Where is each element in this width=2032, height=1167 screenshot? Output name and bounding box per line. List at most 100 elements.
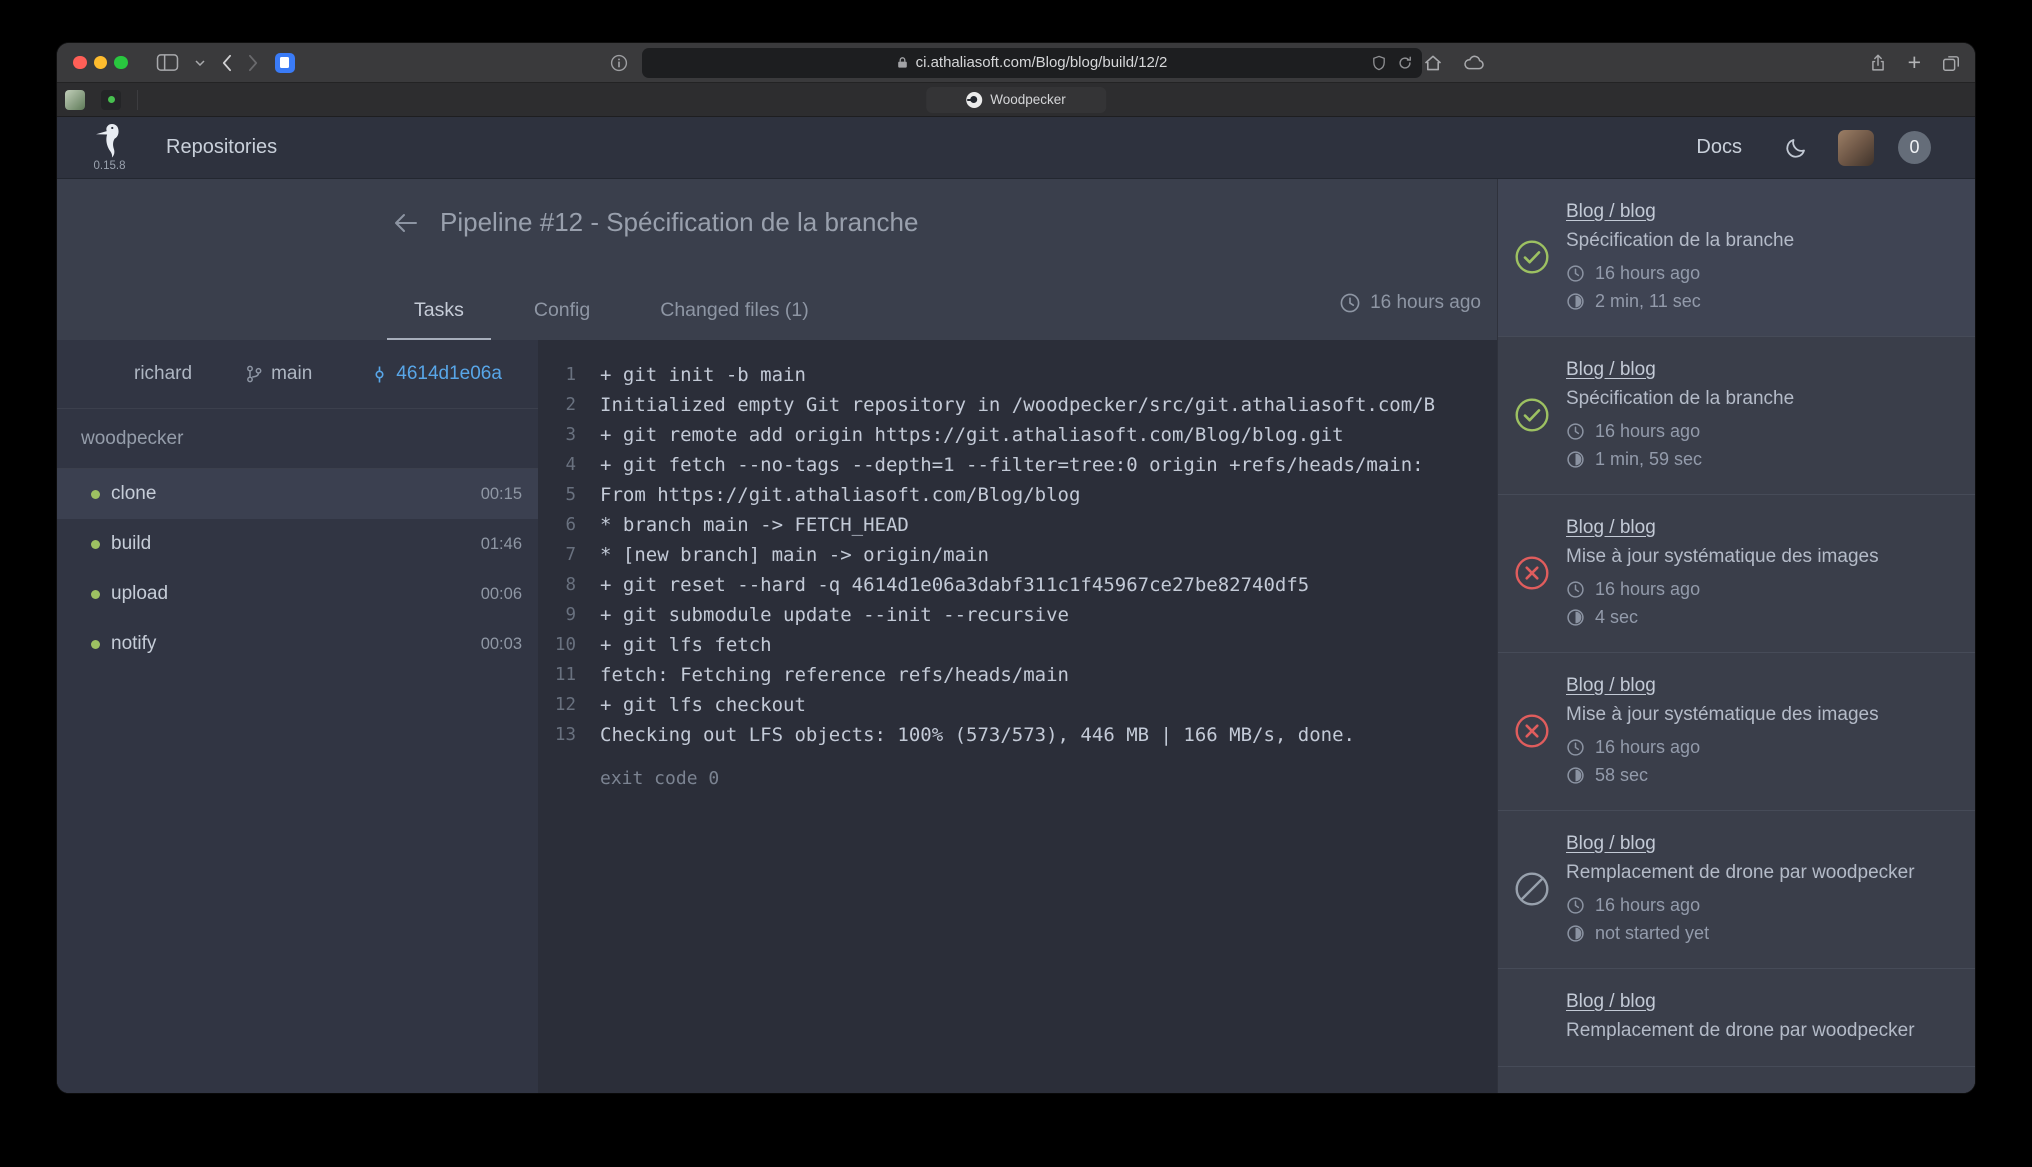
url-text: ci.athaliasoft.com/Blog/blog/build/12/2 xyxy=(916,54,1168,71)
log-line: 11 fetch: Fetching reference refs/heads/… xyxy=(538,660,1497,690)
step-name: build xyxy=(111,533,481,555)
pipeline-repo-link[interactable]: Blog / blog xyxy=(1566,991,1656,1013)
log-line-text: Checking out LFS objects: 100% (573/573)… xyxy=(600,720,1355,750)
pipeline-time: 16 hours ago xyxy=(1566,263,1957,284)
status-not-started-icon xyxy=(1514,871,1550,907)
steps-panel: richard main xyxy=(57,340,538,1093)
pipeline-message: Remplacement de drone par woodpecker xyxy=(1566,1020,1957,1042)
pipeline-duration: 2 min, 11 sec xyxy=(1566,291,1957,312)
log-line: 2 Initialized empty Git repository in /w… xyxy=(538,390,1497,420)
pipeline-card[interactable]: Blog / blog Spécification de la branche … xyxy=(1498,179,1975,337)
browser-window: ci.athaliasoft.com/Blog/blog/build/12/2 xyxy=(57,43,1975,1093)
start-page-icon[interactable] xyxy=(275,53,295,73)
browser-tab-title: Woodpecker xyxy=(990,92,1066,107)
reload-button[interactable] xyxy=(1397,55,1413,71)
step-name: clone xyxy=(111,483,481,505)
lock-icon xyxy=(897,56,908,69)
theme-toggle-moon-icon[interactable] xyxy=(1784,136,1808,160)
log-line-number: 2 xyxy=(538,390,576,420)
tab-config[interactable]: Config xyxy=(507,289,617,340)
user-avatar[interactable] xyxy=(1838,130,1874,166)
zoom-button[interactable] xyxy=(114,56,128,70)
pipeline-duration-text: 58 sec xyxy=(1595,765,1648,786)
sidebar-chevron-icon[interactable] xyxy=(195,60,205,66)
step-duration: 01:46 xyxy=(481,535,522,554)
pipeline-card[interactable]: Blog / blog Spécification de la branche … xyxy=(1498,337,1975,495)
tab-changed-files[interactable]: Changed files (1) xyxy=(633,289,836,340)
log-line: 1 + git init -b main xyxy=(538,360,1497,390)
log-line-number: 9 xyxy=(538,600,576,630)
step-duration: 00:03 xyxy=(481,635,522,654)
commit-hash-link[interactable]: 4614d1e06a xyxy=(396,363,502,385)
clock-icon xyxy=(1566,580,1585,599)
privacy-shield-icon[interactable] xyxy=(1372,55,1386,71)
pipeline-tabs: Tasks Config Changed files (1) xyxy=(387,289,836,340)
page-info-button[interactable] xyxy=(610,54,628,72)
status-failure-icon xyxy=(1514,555,1550,591)
pipeline-card[interactable]: Blog / blog Mise à jour systématique des… xyxy=(1498,495,1975,653)
step-duration: 00:15 xyxy=(481,485,522,504)
duration-icon xyxy=(1566,924,1585,943)
pipeline-card[interactable]: Blog / blog Remplacement de drone par wo… xyxy=(1498,969,1975,1067)
notification-badge[interactable]: 0 xyxy=(1898,131,1931,164)
pipeline-message: Spécification de la branche xyxy=(1566,388,1957,410)
pinned-tab-1[interactable] xyxy=(65,90,85,110)
pipeline-time: 16 hours ago xyxy=(1566,895,1957,916)
active-browser-tab[interactable]: Woodpecker xyxy=(926,87,1106,113)
step-duration: 00:06 xyxy=(481,585,522,604)
browser-toolbar: ci.athaliasoft.com/Blog/blog/build/12/2 xyxy=(57,43,1975,83)
icloud-tabs-button[interactable] xyxy=(1463,55,1485,71)
tab-overview-button[interactable] xyxy=(1941,53,1961,73)
sidebar-toggle-button[interactable] xyxy=(156,53,179,72)
clock-icon xyxy=(1566,422,1585,441)
pipeline-time: 16 hours ago xyxy=(1566,737,1957,758)
nav-repositories[interactable]: Repositories xyxy=(166,136,277,159)
docs-link[interactable]: Docs xyxy=(1696,136,1742,159)
clock-icon xyxy=(1566,264,1585,283)
share-button[interactable] xyxy=(1868,53,1888,73)
pipeline-repo-link[interactable]: Blog / blog xyxy=(1566,675,1656,697)
step-item[interactable]: notify 00:03 xyxy=(57,619,538,669)
pipeline-duration: 58 sec xyxy=(1566,765,1957,786)
pinned-tab-2[interactable] xyxy=(101,90,121,110)
pipeline-card[interactable]: Blog / blog Mise à jour systématique des… xyxy=(1498,653,1975,811)
desktop: ci.athaliasoft.com/Blog/blog/build/12/2 xyxy=(0,0,2032,1167)
minimize-button[interactable] xyxy=(94,56,108,70)
commit-icon xyxy=(370,365,389,384)
pipeline-repo-link[interactable]: Blog / blog xyxy=(1566,201,1656,223)
forward-button[interactable] xyxy=(248,54,259,72)
pipeline-repo-link[interactable]: Blog / blog xyxy=(1566,359,1656,381)
back-button-pipeline[interactable] xyxy=(392,212,418,234)
address-bar[interactable]: ci.athaliasoft.com/Blog/blog/build/12/2 xyxy=(642,48,1422,78)
new-tab-button[interactable]: + xyxy=(1908,51,1921,74)
status-success-icon xyxy=(1514,397,1550,433)
pipeline-duration-text: not started yet xyxy=(1595,923,1709,944)
pipeline-time: 16 hours ago xyxy=(1566,579,1957,600)
woodpecker-logo[interactable]: 0.15.8 xyxy=(93,122,126,173)
pipeline-time: 16 hours ago xyxy=(1566,421,1957,442)
clock-icon xyxy=(1566,896,1585,915)
step-item[interactable]: clone 00:15 xyxy=(57,469,538,519)
step-item[interactable]: upload 00:06 xyxy=(57,569,538,619)
back-button[interactable] xyxy=(221,54,232,72)
pipeline-duration: not started yet xyxy=(1566,923,1957,944)
close-button[interactable] xyxy=(73,56,87,70)
step-item[interactable]: build 01:46 xyxy=(57,519,538,569)
log-line: 8 + git reset --hard -q 4614d1e06a3dabf3… xyxy=(538,570,1497,600)
pipeline-duration-text: 1 min, 59 sec xyxy=(1595,449,1702,470)
tab-tasks[interactable]: Tasks xyxy=(387,289,491,340)
home-button[interactable] xyxy=(1423,54,1443,72)
status-success-icon xyxy=(1514,239,1550,275)
woodpecker-favicon xyxy=(966,92,982,108)
pipeline-duration-text: 4 sec xyxy=(1595,607,1638,628)
pipeline-duration-text: 2 min, 11 sec xyxy=(1595,291,1701,312)
step-status-dot xyxy=(91,590,100,599)
pipeline-created-time: 16 hours ago xyxy=(1339,292,1481,314)
pipeline-repo-link[interactable]: Blog / blog xyxy=(1566,833,1656,855)
log-line: 9 + git submodule update --init --recurs… xyxy=(538,600,1497,630)
pipeline-card[interactable]: Blog / blog Remplacement de drone par wo… xyxy=(1498,811,1975,969)
step-name: notify xyxy=(111,633,481,655)
log-line: 12 + git lfs checkout xyxy=(538,690,1497,720)
branch-icon xyxy=(244,364,264,384)
pipeline-repo-link[interactable]: Blog / blog xyxy=(1566,517,1656,539)
